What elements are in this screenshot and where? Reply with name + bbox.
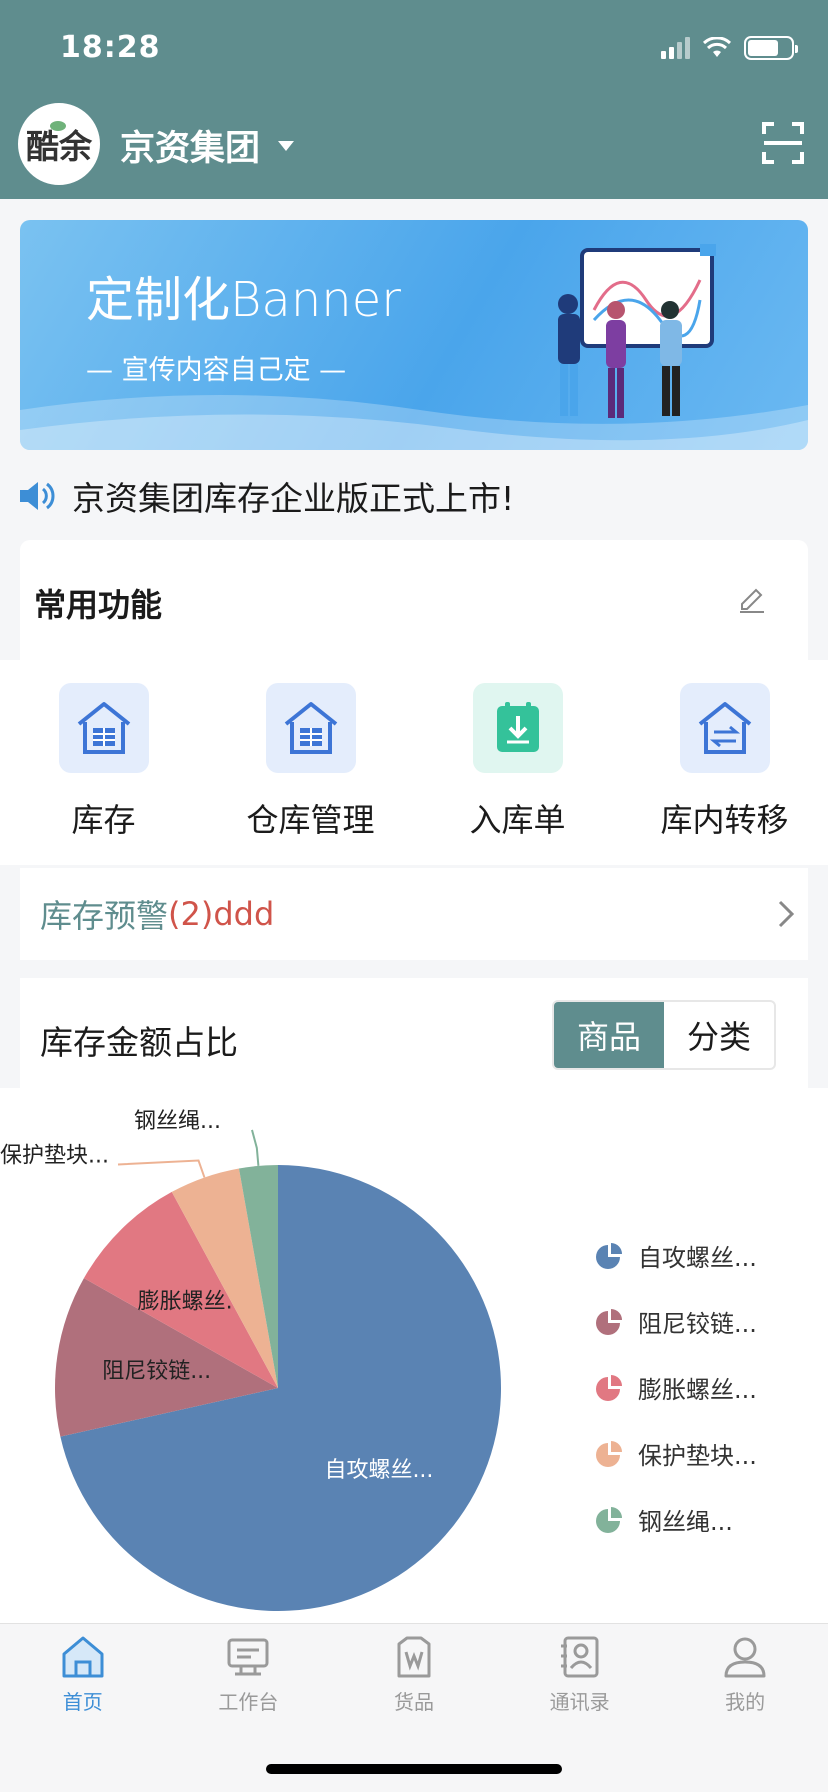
- function-internal-transfer[interactable]: 库内转移: [621, 660, 828, 865]
- notice-bar[interactable]: 京资集团库存企业版正式上市!: [0, 465, 828, 527]
- banner-illustration: [558, 244, 716, 418]
- pie-legend-icon: [596, 1243, 622, 1269]
- slice-label: 保护垫块...: [0, 1143, 109, 1168]
- segment-goods[interactable]: 商品: [554, 1002, 664, 1068]
- warning-label: 库存预警: [40, 897, 169, 935]
- pie-legend-icon: [596, 1507, 622, 1533]
- function-inbound-order[interactable]: 入库单: [414, 660, 621, 865]
- function-inventory[interactable]: 库存: [0, 660, 207, 865]
- tab-label: 工作台: [218, 1690, 279, 1714]
- inbound-icon: [472, 683, 563, 773]
- legend-label: 阻尼铰链...: [638, 1309, 757, 1338]
- edit-icon[interactable]: [736, 582, 768, 614]
- signal-icon: [661, 37, 690, 59]
- legend-label: 自攻螺丝...: [638, 1243, 757, 1272]
- tab-label: 通讯录: [549, 1690, 610, 1714]
- function-label: 仓库管理: [246, 801, 375, 839]
- scan-icon[interactable]: [762, 122, 804, 164]
- promo-banner[interactable]: 定制化Banner — 宣传内容自己定 —: [20, 220, 808, 450]
- function-grid: 库存 仓库管理 入库单 库内转移: [0, 660, 828, 865]
- legend-item[interactable]: 钢丝绳...: [596, 1486, 757, 1552]
- battery-icon: [744, 36, 798, 60]
- house-grid-icon: [265, 683, 356, 773]
- inventory-warning-row[interactable]: 库存预警 (2)ddd: [20, 868, 808, 960]
- house-grid-icon: [58, 683, 149, 773]
- banner-title: 定制化Banner: [86, 272, 401, 328]
- warning-count: (2)ddd: [168, 895, 275, 933]
- chart-segment-control: 商品 分类: [552, 1000, 776, 1070]
- function-label: 库存: [71, 801, 136, 839]
- status-icons: [661, 36, 798, 60]
- goods-icon: [397, 1636, 431, 1678]
- pie-legend-icon: [596, 1441, 622, 1467]
- speaker-icon: [20, 482, 55, 510]
- user-icon: [724, 1637, 766, 1678]
- app-header: 18:28 酷余 京资集团: [0, 0, 828, 199]
- inventory-value-card: 库存金额占比 商品 分类: [20, 978, 808, 1088]
- legend-item[interactable]: 自攻螺丝...: [596, 1222, 757, 1288]
- legend-item[interactable]: 阻尼铰链...: [596, 1288, 757, 1354]
- common-functions-title: 常用功能: [34, 586, 163, 624]
- slice-label: 阻尼铰链...: [102, 1359, 211, 1384]
- legend-item[interactable]: 膨胀螺丝...: [596, 1354, 757, 1420]
- company-logo[interactable]: 酷余: [18, 103, 100, 185]
- function-label: 库内转移: [660, 801, 789, 839]
- legend-label: 钢丝绳...: [638, 1507, 733, 1536]
- wifi-icon: [702, 37, 732, 57]
- slice-leader-line: [117, 1159, 206, 1178]
- contacts-icon: [560, 1636, 599, 1678]
- tab-mine[interactable]: 我的: [662, 1624, 828, 1792]
- pie-chart-area: 自攻螺丝... 阻尼铰链... 膨胀螺丝... 保护垫块... 钢丝绳... 自攻螺丝.…: [0, 1088, 828, 1623]
- chevron-right-icon: [778, 900, 795, 928]
- tab-home[interactable]: 首页: [0, 1624, 166, 1792]
- home-icon: [62, 1636, 104, 1678]
- function-warehouse-management[interactable]: 仓库管理: [207, 660, 414, 865]
- slice-leader-line: [251, 1129, 260, 1166]
- slice-label: 钢丝绳...: [134, 1109, 221, 1134]
- pie-legend-icon: [596, 1375, 622, 1401]
- company-switcher[interactable]: 京资集团: [120, 120, 295, 171]
- slice-label: 自攻螺丝...: [324, 1458, 433, 1483]
- legend-item[interactable]: 保护垫块...: [596, 1420, 757, 1486]
- company-name: 京资集团: [120, 129, 261, 169]
- common-functions-card: 常用功能: [20, 540, 808, 660]
- caret-down-icon: [278, 140, 295, 151]
- tab-label: 货品: [393, 1690, 434, 1714]
- home-indicator: [266, 1764, 562, 1774]
- notice-text: 京资集团库存企业版正式上市!: [72, 479, 515, 518]
- status-time: 18:28: [60, 30, 161, 65]
- legend-label: 膨胀螺丝...: [638, 1375, 757, 1404]
- segment-category[interactable]: 分类: [664, 1002, 774, 1068]
- chart-title: 库存金额占比: [40, 1023, 238, 1062]
- function-label: 入库单: [469, 801, 566, 839]
- pie-legend-icon: [596, 1309, 622, 1335]
- tab-label: 首页: [62, 1690, 103, 1714]
- tab-label: 我的: [725, 1690, 766, 1714]
- desk-icon: [227, 1638, 269, 1676]
- chart-legend: 自攻螺丝... 阻尼铰链... 膨胀螺丝... 保护垫块... 钢丝绳...: [596, 1222, 757, 1552]
- legend-label: 保护垫块...: [638, 1441, 757, 1470]
- transfer-icon: [679, 683, 770, 773]
